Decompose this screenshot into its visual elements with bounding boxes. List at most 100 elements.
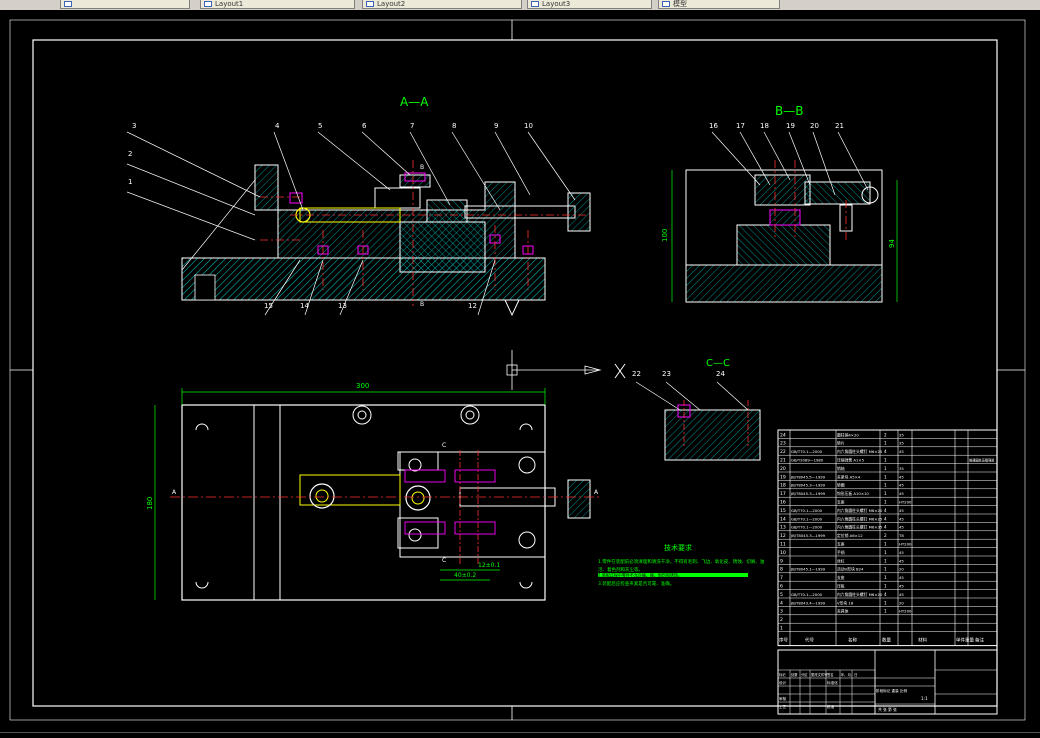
- section-marker-a-left: A: [172, 489, 177, 496]
- bom-name: 丝杠: [837, 558, 845, 563]
- balloon-4: 4: [275, 122, 280, 130]
- bom-no: 16: [780, 500, 786, 506]
- balloon-14: 14: [300, 302, 309, 310]
- tab-layout3[interactable]: Layout3: [527, 0, 652, 9]
- bom-no: 17: [780, 491, 786, 497]
- bom-code: JB/T8045.5—1999: [790, 474, 826, 479]
- balloon-10: 10: [524, 122, 533, 130]
- bom-row: 3 夹具体 1 HT200: [780, 609, 912, 615]
- bom-no: 7: [780, 575, 783, 581]
- balloon-13: 13: [338, 302, 347, 310]
- bom-material: HT200: [899, 500, 912, 505]
- section-bb-view: B—B 100 94: [661, 104, 898, 303]
- bom-qty: 1: [884, 474, 887, 479]
- bom-row: 4 JB/T8043.4—1999 V形块 18 1 20: [780, 600, 904, 606]
- bom-header-cell: 代号: [805, 637, 814, 644]
- tb-header-cell: 签名: [827, 672, 834, 677]
- bom-row: 5 GB/T70.1—2000 内六角圆柱头螺钉 M6×20 4 45: [780, 592, 904, 598]
- tb-stage-weight-scale: 阶段标记 重量 比例: [876, 688, 907, 693]
- tb-sheets: 共 张 第 张: [878, 707, 897, 712]
- technical-requirements: 技术要求 1.零件在装配前必须清理和清洗干净，不得有毛刺、飞边、氧化皮、锈蚀、切…: [598, 543, 765, 587]
- bom-header-cell: 单件重量: [956, 637, 974, 644]
- bom-qty: 1: [884, 600, 887, 605]
- bom-material: 35: [899, 441, 904, 446]
- balloon-20: 20: [810, 122, 819, 130]
- model-icon: [662, 1, 670, 7]
- balloon-12: 12: [468, 302, 477, 310]
- bom-row: 13 GB/T70.1—2000 内六角圆柱头螺钉 M6×35 4 45: [780, 525, 904, 531]
- bom-no: 15: [780, 508, 786, 514]
- balloon-23: 23: [662, 370, 671, 378]
- balloon-3: 3: [132, 122, 136, 130]
- tb-scale-value: 1:1: [921, 696, 928, 701]
- bom-material: 45: [899, 550, 904, 555]
- bom-row: 2: [780, 617, 783, 623]
- bom-qty: 1: [884, 542, 887, 547]
- bom-row: 11 支座 1 HT200: [780, 542, 912, 548]
- drawing-canvas[interactable]: A—A B B B—B 100 94 C—C 300 180 12±0.1 40…: [0, 10, 1040, 732]
- bom-no: 22: [780, 449, 786, 455]
- bom-code: JB/T8045.3—1999: [790, 533, 826, 538]
- bom-material: 45: [899, 508, 904, 513]
- tb-header-cell: 处数: [791, 672, 798, 677]
- tech-req-title: 技术要求: [664, 543, 692, 552]
- bom-no: 8: [780, 567, 783, 573]
- bom-header-cell: 材料: [918, 637, 927, 644]
- bom-qty: 4: [884, 449, 887, 454]
- bom-no: 21: [780, 458, 786, 464]
- section-title-bb: B—B: [775, 104, 803, 118]
- bom-no: 24: [780, 432, 786, 438]
- tab-layout1[interactable]: Layout1: [200, 0, 355, 9]
- bom-header-cell: 备注: [975, 637, 984, 644]
- bom-row: 1: [780, 626, 783, 632]
- tab-layout2[interactable]: Layout2: [362, 0, 522, 9]
- bom-no: 13: [780, 525, 786, 531]
- tb-header-cell: 标记: [779, 672, 786, 677]
- balloon-2: 2: [128, 150, 132, 158]
- title-block-frame: [777, 649, 998, 715]
- bom-material: 45: [899, 584, 904, 589]
- bom-name: 内六角圆柱头螺钉 M6×25: [837, 516, 883, 521]
- bom-qty: 2: [884, 533, 887, 538]
- balloon-22: 22: [632, 370, 641, 378]
- bom-qty: 1: [884, 458, 887, 463]
- tb-approve: 批准: [827, 704, 835, 709]
- bom-code: JB/T8045.3—1999: [790, 483, 826, 488]
- bom-no: 4: [780, 600, 783, 606]
- bom-qty: 2: [884, 432, 887, 437]
- bom-no: 9: [780, 558, 783, 564]
- bom-name: 垫片: [837, 441, 845, 446]
- bom-no: 5: [780, 592, 783, 598]
- dim-40: 40±0.2: [454, 572, 476, 579]
- dim-12: 12±0.1: [478, 562, 500, 569]
- bom-material: 45: [899, 575, 904, 580]
- balloon-9: 9: [494, 122, 498, 130]
- bom-header-cell: 名称: [848, 637, 857, 644]
- bom-code: GB/T70.1—2000: [791, 592, 823, 597]
- balloon-1: 1: [128, 178, 132, 186]
- tab-model-file[interactable]: [60, 0, 190, 9]
- status-bar: [0, 732, 1040, 738]
- ucs-cursor: [506, 350, 626, 390]
- bom-material: 45: [899, 449, 904, 454]
- bom-material: 20: [899, 600, 904, 605]
- section-marker-c-bottom: C: [442, 557, 446, 564]
- cad-drawing: A—A B B B—B 100 94 C—C 300 180 12±0.1 40…: [9, 19, 1026, 721]
- bom-code: GB/T70.1—2000: [791, 508, 823, 513]
- bom-row: 10 手柄 1 45: [780, 550, 904, 556]
- bom-name: 夹具体: [837, 609, 849, 614]
- tech-req-line-3: 2.装配过程中零件不允许磕、碰、划伤和锈蚀。: [598, 572, 682, 578]
- parts-list-table: 24 圆柱销4×20 2 3523 垫片 1 3522 GB/T70.1—2000 内六角圆柱头…: [777, 429, 998, 647]
- layout-icon: [366, 1, 374, 7]
- bom-qty: 1: [884, 483, 887, 488]
- tech-req-line-4: 3.装配后应检查夹紧是否可靠、准确。: [598, 580, 674, 587]
- bom-material: 45: [899, 592, 904, 597]
- bom-qty: 1: [884, 575, 887, 580]
- tab-model[interactable]: 模型: [658, 0, 780, 9]
- tb-header-cell: 年、月、日: [841, 672, 857, 677]
- plan-view: 300 180 12±0.1 40±0.2 A A C C: [146, 382, 600, 601]
- bom-name: 内六角圆柱头螺钉 M6×20: [837, 592, 883, 597]
- section-title-cc: C—C: [706, 358, 730, 369]
- bom-no: 1: [780, 626, 783, 632]
- bom-no: 2: [780, 617, 783, 623]
